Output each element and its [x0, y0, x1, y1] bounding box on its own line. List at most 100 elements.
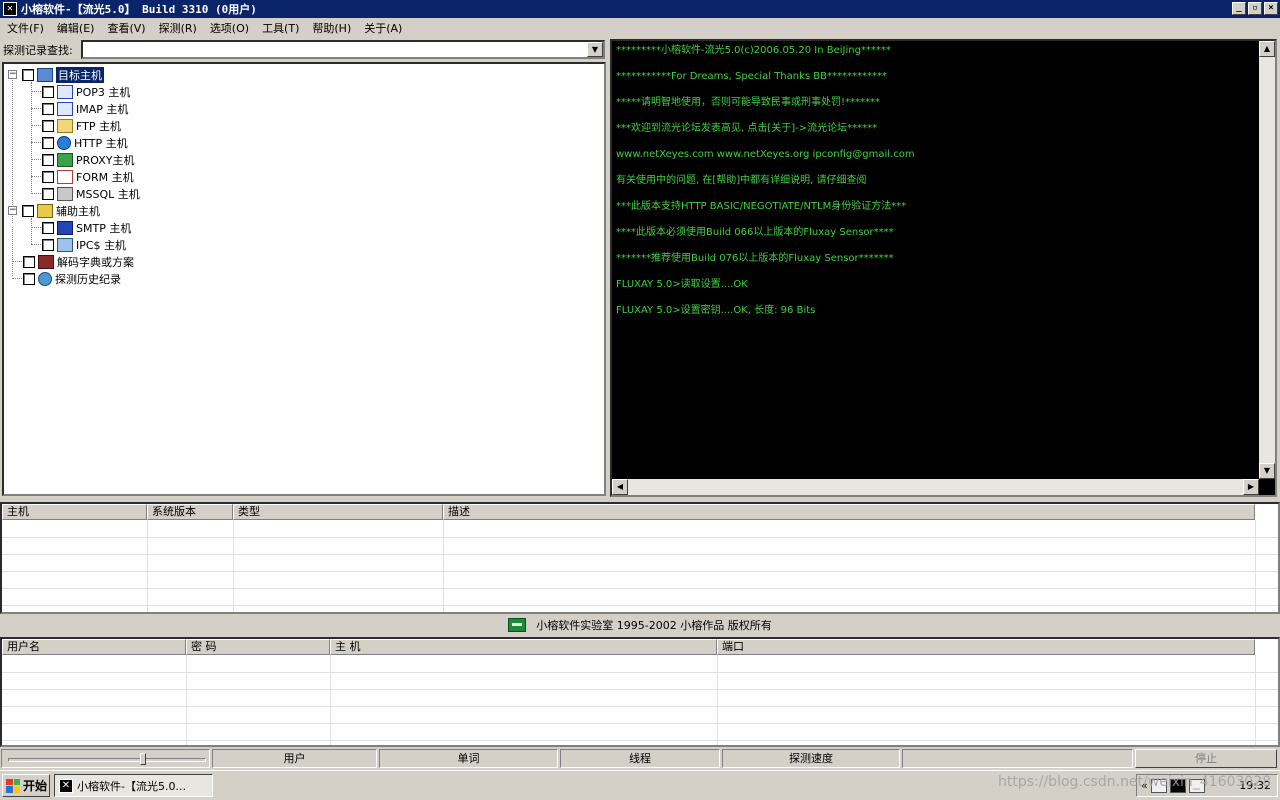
taskbar-app-label: 小榕软件-【流光5.0...: [77, 779, 186, 793]
database-icon: [57, 186, 73, 201]
tree-node-imap[interactable]: IMAP 主机: [31, 100, 128, 117]
checkbox[interactable]: [42, 153, 54, 166]
console-line: FLUXAY 5.0>读取设置....OK: [616, 279, 748, 290]
tree-node-form[interactable]: FORM 主机: [31, 168, 134, 185]
tree-label: IPC$ 主机: [76, 238, 127, 252]
column-header-password[interactable]: 密 码: [186, 639, 330, 655]
search-combo[interactable]: ▼: [81, 40, 605, 59]
tree-label: HTTP 主机: [74, 136, 128, 150]
checkbox[interactable]: [42, 119, 54, 132]
menu-tools[interactable]: 工具(T): [257, 20, 307, 36]
console-line: ***********For Dreams, Special Thanks BB…: [616, 71, 888, 82]
console-lines: *********小榕软件-流光5.0(c)2006.05.20 In BeiJ…: [616, 43, 1256, 329]
window-controls: _ ▫ ×: [1232, 2, 1278, 15]
stop-button[interactable]: 停止: [1135, 749, 1277, 768]
tree-connector: [31, 193, 41, 194]
tree-connector: [31, 125, 41, 126]
globe-icon: [57, 135, 71, 150]
minimize-button[interactable]: _: [1232, 2, 1246, 15]
thread-slider[interactable]: [1, 749, 210, 768]
tree-node-http[interactable]: HTTP 主机: [31, 134, 128, 151]
title-bar[interactable]: ✕ 小榕软件-【流光5.0】 Build 3310 (0用户) _ ▫ ×: [0, 0, 1280, 18]
checkbox[interactable]: [22, 68, 34, 81]
tree-node-pop3[interactable]: POP3 主机: [31, 83, 130, 100]
checkbox[interactable]: [42, 170, 54, 183]
menu-edit[interactable]: 编辑(E): [52, 20, 103, 36]
host-tree[interactable]: − 目标主机 POP3 主机 IMAP 主机 FTP 主机 HTTP 主机 PR…: [2, 62, 606, 496]
checkbox[interactable]: [42, 85, 54, 98]
status-blank: [902, 749, 1133, 768]
tree-label: SMTP 主机: [76, 221, 132, 235]
tree-node-ipc[interactable]: IPC$ 主机: [31, 236, 127, 253]
close-button[interactable]: ×: [1264, 2, 1278, 15]
slider-thumb[interactable]: [140, 753, 146, 765]
column-header-host[interactable]: 主 机: [330, 639, 717, 655]
column-divider: [147, 520, 148, 612]
tree-connector: [31, 91, 41, 92]
taskbar-app-button[interactable]: ✕ 小榕软件-【流光5.0...: [54, 774, 213, 797]
tree-connector: [31, 227, 41, 228]
tree-label: 探测历史纪录: [55, 272, 121, 286]
status-speed: 探测速度: [722, 749, 900, 768]
menu-help[interactable]: 帮助(H): [307, 20, 359, 36]
checkbox[interactable]: [22, 204, 34, 217]
tree-node-dictionary[interactable]: 解码字典或方案: [8, 253, 134, 270]
column-divider: [1255, 655, 1256, 745]
tree-label: MSSQL 主机: [76, 187, 140, 201]
windows-logo-icon: [6, 778, 20, 793]
start-button[interactable]: 开始: [2, 774, 50, 797]
scroll-down-icon[interactable]: ▼: [1259, 463, 1275, 479]
tree-node-ftp[interactable]: FTP 主机: [31, 117, 121, 134]
tree-connector: [12, 278, 22, 279]
collapse-icon[interactable]: −: [8, 70, 17, 79]
checkbox[interactable]: [42, 238, 54, 251]
tree-node-aux-hosts[interactable]: − 辅助主机: [8, 202, 100, 219]
restore-button[interactable]: ▫: [1248, 2, 1262, 15]
tree-node-target-hosts[interactable]: − 目标主机: [8, 65, 105, 84]
menu-file[interactable]: 文件(F): [2, 20, 52, 36]
column-header-description[interactable]: 描述: [443, 504, 1255, 520]
checkbox[interactable]: [42, 221, 54, 234]
scroll-up-icon[interactable]: ▲: [1259, 41, 1275, 57]
window-title: 小榕软件-【流光5.0】 Build 3310 (0用户): [21, 3, 257, 16]
row-divider: [2, 706, 1278, 707]
scroll-right-icon[interactable]: ▶: [1243, 479, 1259, 495]
scroll-left-icon[interactable]: ◀: [612, 479, 628, 495]
row-divider: [2, 571, 1278, 572]
column-header-port[interactable]: 端口: [717, 639, 1255, 655]
results-table-header: 用户名 密 码 主 机 端口: [2, 639, 1255, 655]
column-header-username[interactable]: 用户名: [2, 639, 186, 655]
menu-view[interactable]: 查看(V): [102, 20, 153, 36]
tree-node-mssql[interactable]: MSSQL 主机: [31, 185, 140, 202]
column-header-os-version[interactable]: 系统版本: [147, 504, 233, 520]
console-line: FLUXAY 5.0>设置密钥....OK, 长度: 96 Bits: [616, 305, 816, 316]
horizontal-scrollbar[interactable]: ◀ ▶: [612, 479, 1259, 495]
menu-about[interactable]: 关于(A): [359, 20, 410, 36]
console-output[interactable]: *********小榕软件-流光5.0(c)2006.05.20 In BeiJ…: [610, 39, 1277, 497]
vertical-scrollbar[interactable]: ▲ ▼: [1259, 41, 1275, 479]
tree-label: FORM 主机: [76, 170, 134, 184]
hosts-table[interactable]: 主机 系统版本 类型 描述: [0, 502, 1280, 614]
menu-options[interactable]: 选项(O): [205, 20, 257, 36]
column-header-type[interactable]: 类型: [233, 504, 443, 520]
console-line: 有关使用中的问题, 在[帮助]中都有详细说明, 请仔细查阅: [616, 175, 867, 186]
results-table[interactable]: 用户名 密 码 主 机 端口: [0, 637, 1280, 747]
tree-node-proxy[interactable]: PROXY主机: [31, 151, 135, 168]
tree-node-smtp[interactable]: SMTP 主机: [31, 219, 132, 236]
column-divider: [717, 655, 718, 745]
collapse-icon[interactable]: −: [8, 206, 17, 215]
search-label: 探测记录查找:: [3, 44, 73, 57]
chevron-down-icon[interactable]: ▼: [587, 42, 603, 57]
checkbox[interactable]: [42, 187, 54, 200]
checkbox[interactable]: [42, 102, 54, 115]
row-divider: [2, 689, 1278, 690]
checkbox[interactable]: [23, 255, 35, 268]
tree-node-history[interactable]: 探测历史纪录: [8, 270, 121, 287]
mail-server-icon: [57, 84, 73, 99]
column-header-host[interactable]: 主机: [2, 504, 147, 520]
column-divider: [233, 520, 234, 612]
menu-probe[interactable]: 探测(R): [154, 20, 205, 36]
row-divider: [2, 605, 1278, 606]
checkbox[interactable]: [23, 272, 35, 285]
checkbox[interactable]: [42, 136, 54, 149]
